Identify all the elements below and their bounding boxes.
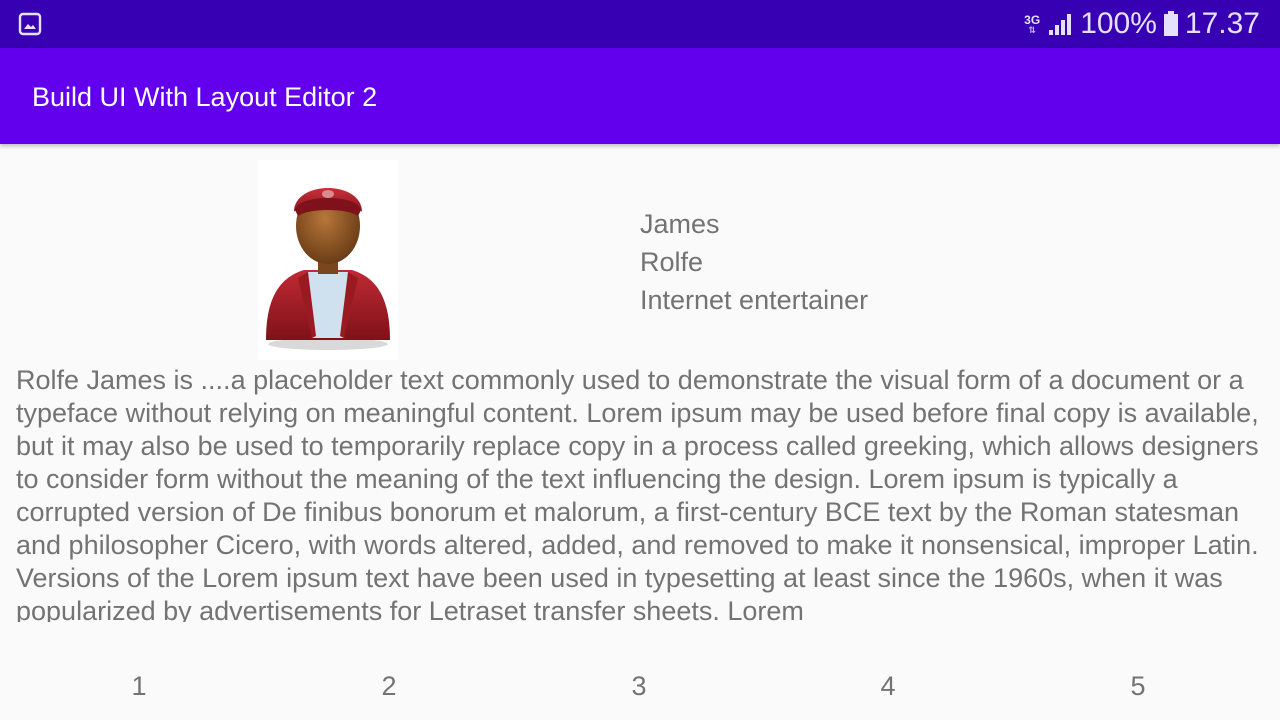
clock: 17.37 [1184,7,1260,40]
battery-percentage: 100% [1080,7,1157,40]
number-1: 1 [131,671,147,701]
network-type-label: 3G [1024,12,1041,27]
avatar [258,160,398,360]
status-bar: 3G ⇅ 100% 17.37 [0,0,1280,48]
signal-icon [1049,14,1072,35]
first-name: James [640,209,720,239]
occupation: Internet entertainer [640,285,869,315]
image-notification-icon [18,12,42,36]
battery-icon [1163,11,1178,36]
number-4: 4 [880,671,896,701]
number-5: 5 [1130,671,1146,701]
network-type-icon: 3G ⇅ [1024,12,1041,35]
number-2: 2 [381,671,397,701]
description-text[interactable]: Rolfe James is ....a placeholder text co… [16,364,1266,622]
profile-info: James Rolfe Internet entertainer [640,205,868,319]
number-3: 3 [631,671,647,701]
app-title: Build UI With Layout Editor 2 [32,82,378,112]
app-bar: Build UI With Layout Editor 2 [0,48,1280,144]
person-avatar-image [266,188,390,350]
last-name: Rolfe [640,247,704,277]
